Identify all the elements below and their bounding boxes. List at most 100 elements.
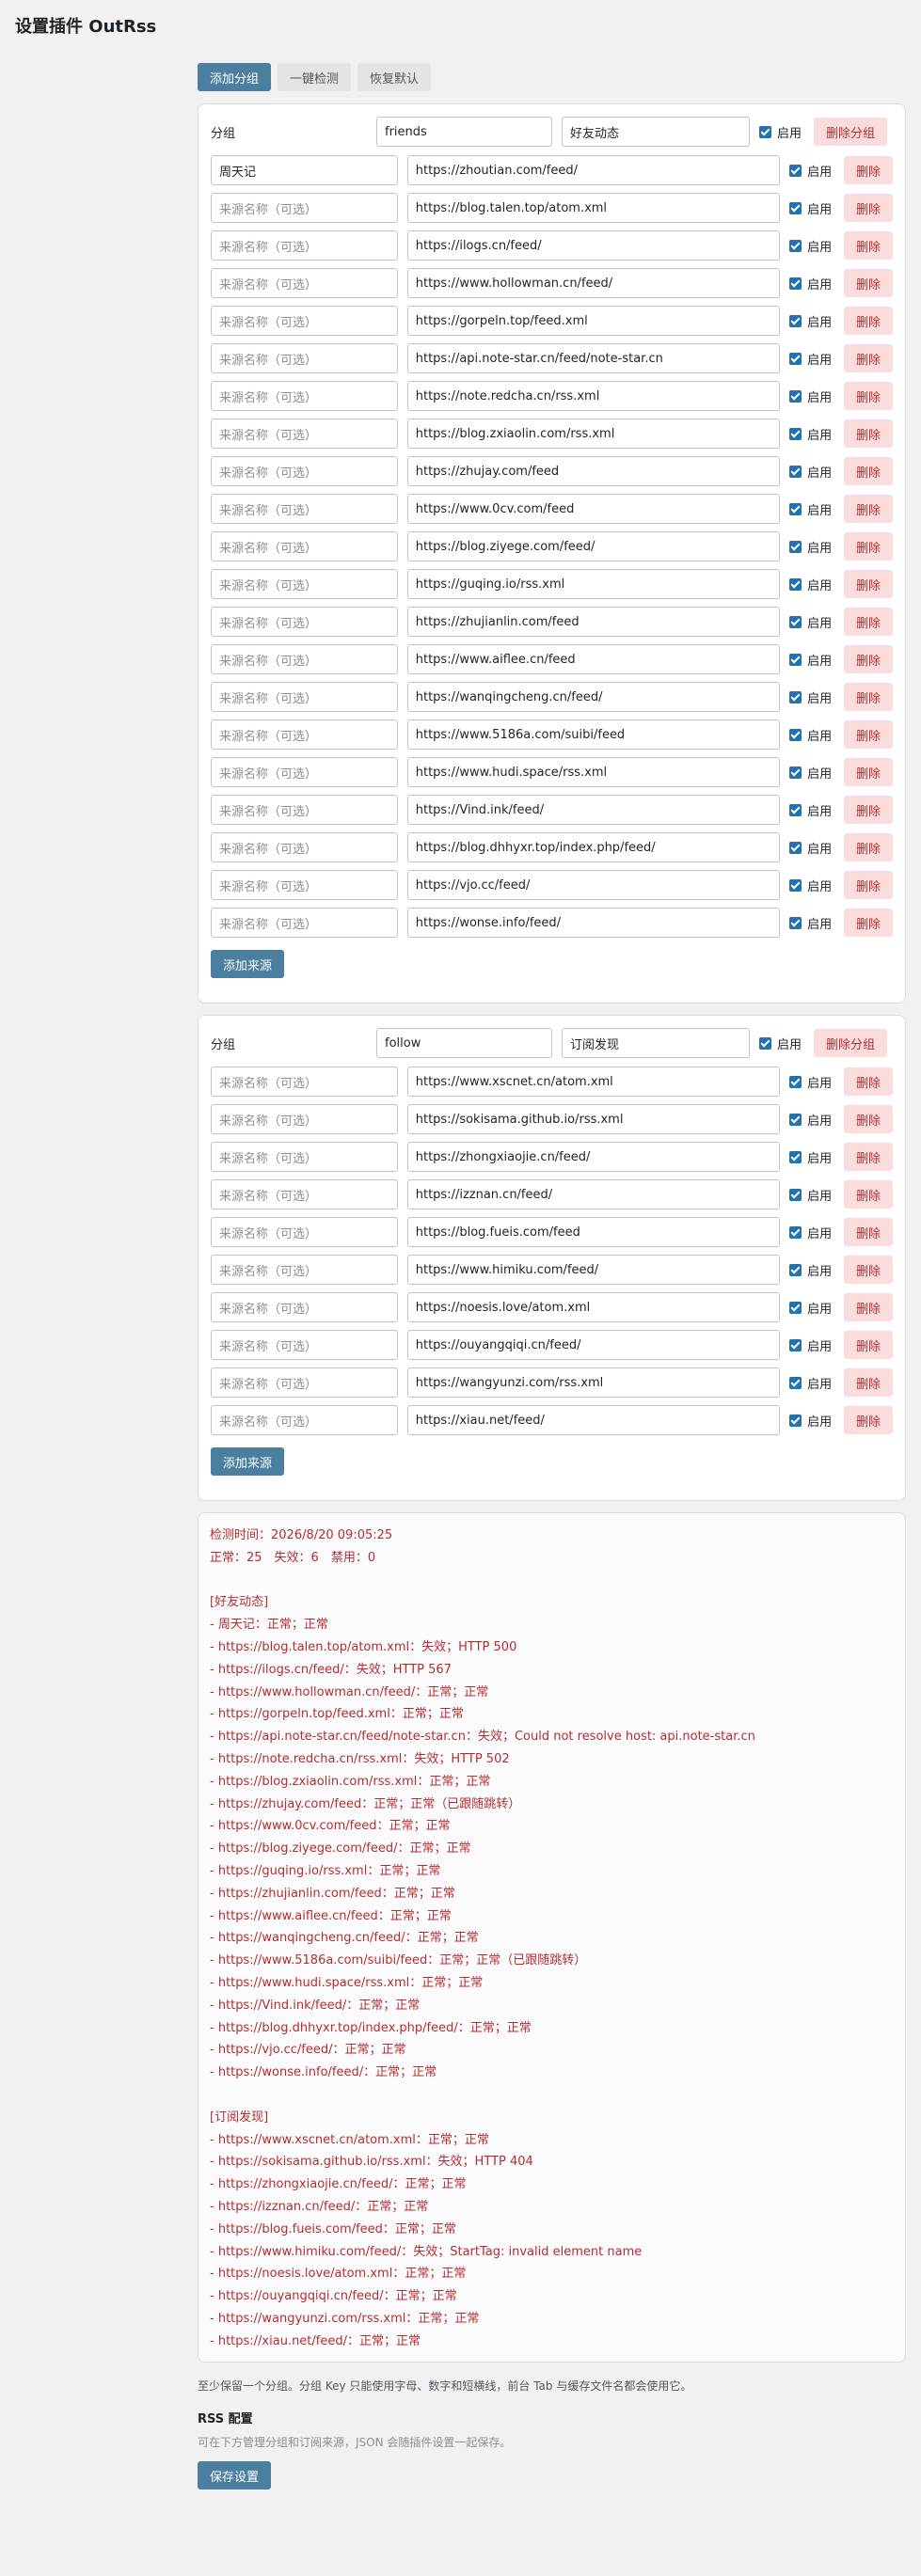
source-enable-toggle[interactable]: 启用 [789, 387, 844, 405]
source-url-input[interactable]: https://api.note-star.cn/feed/note-star.… [406, 343, 781, 373]
delete-source-button[interactable]: 删除 [844, 1067, 893, 1096]
source-name-input[interactable]: 来源名称（可选） [211, 1067, 398, 1097]
source-url-input[interactable]: https://www.hudi.space/rss.xml [406, 757, 781, 787]
checkbox-checked-icon[interactable] [789, 201, 802, 214]
source-name-input[interactable]: 来源名称（可选） [211, 419, 398, 449]
source-name-input[interactable]: 来源名称（可选） [211, 607, 398, 637]
source-enable-toggle[interactable]: 启用 [789, 764, 844, 782]
checkbox-checked-icon[interactable] [789, 1113, 802, 1126]
checkbox-checked-icon[interactable] [789, 1150, 802, 1163]
source-url-input[interactable]: https://zhongxiaojie.cn/feed/ [406, 1142, 781, 1172]
source-name-input[interactable]: 来源名称（可选） [211, 569, 398, 599]
checkbox-checked-icon[interactable] [789, 1263, 802, 1276]
source-url-input[interactable]: https://noesis.love/atom.xml [406, 1292, 781, 1322]
delete-source-button[interactable]: 删除 [844, 871, 893, 899]
source-name-input[interactable]: 来源名称（可选） [211, 230, 398, 261]
source-enable-toggle[interactable]: 启用 [789, 839, 844, 857]
checkbox-checked-icon[interactable] [789, 277, 802, 290]
source-url-input[interactable]: https://ouyangqiqi.cn/feed/ [406, 1330, 781, 1360]
source-enable-toggle[interactable]: 启用 [789, 1336, 844, 1354]
source-name-input[interactable]: 来源名称（可选） [211, 193, 398, 223]
checkbox-checked-icon[interactable] [789, 1301, 802, 1314]
source-name-input[interactable]: 来源名称（可选） [211, 531, 398, 561]
checkbox-checked-icon[interactable] [789, 728, 802, 741]
checkbox-checked-icon[interactable] [789, 389, 802, 403]
source-url-input[interactable]: https://zhoutian.com/feed/ [406, 155, 781, 185]
source-url-input[interactable]: https://zhujay.com/feed [406, 456, 781, 486]
source-name-input[interactable]: 来源名称（可选） [211, 757, 398, 787]
source-url-input[interactable]: https://guqing.io/rss.xml [406, 569, 781, 599]
delete-source-button[interactable]: 删除 [844, 231, 893, 260]
source-name-input[interactable]: 来源名称（可选） [211, 908, 398, 938]
source-enable-toggle[interactable]: 启用 [789, 1261, 844, 1279]
source-url-input[interactable]: https://www.0cv.com/feed [406, 494, 781, 524]
source-url-input[interactable]: https://www.5186a.com/suibi/feed [406, 719, 781, 750]
source-url-input[interactable]: https://Vind.ink/feed/ [406, 795, 781, 825]
delete-source-button[interactable]: 删除 [844, 532, 893, 561]
source-enable-toggle[interactable]: 启用 [789, 237, 844, 255]
delete-source-button[interactable]: 删除 [844, 457, 893, 485]
checkbox-checked-icon[interactable] [759, 125, 771, 138]
delete-source-button[interactable]: 删除 [844, 720, 893, 749]
delete-source-button[interactable]: 删除 [844, 833, 893, 861]
delete-source-button[interactable]: 删除 [844, 419, 893, 448]
source-name-input[interactable]: 来源名称（可选） [211, 1142, 398, 1172]
source-name-input[interactable]: 来源名称（可选） [211, 832, 398, 862]
checkbox-checked-icon[interactable] [789, 615, 802, 628]
source-url-input[interactable]: https://ilogs.cn/feed/ [406, 230, 781, 261]
source-name-input[interactable]: 来源名称（可选） [211, 1330, 398, 1360]
source-enable-toggle[interactable]: 启用 [789, 1374, 844, 1392]
source-enable-toggle[interactable]: 启用 [789, 1073, 844, 1091]
checkbox-checked-icon[interactable] [789, 690, 802, 703]
source-name-input[interactable]: 来源名称（可选） [211, 870, 398, 900]
source-enable-toggle[interactable]: 启用 [789, 463, 844, 481]
delete-source-button[interactable]: 删除 [844, 645, 893, 673]
source-name-input[interactable]: 来源名称（可选） [211, 381, 398, 411]
source-enable-toggle[interactable]: 启用 [789, 877, 844, 894]
source-enable-toggle[interactable]: 启用 [789, 1111, 844, 1129]
group-title-input[interactable]: 订阅发现 [562, 1028, 750, 1058]
source-name-input[interactable]: 来源名称（可选） [211, 1217, 398, 1247]
source-name-input[interactable]: 来源名称（可选） [211, 343, 398, 373]
checkbox-checked-icon[interactable] [789, 352, 802, 365]
source-url-input[interactable]: https://blog.ziyege.com/feed/ [406, 531, 781, 561]
checkbox-checked-icon[interactable] [789, 465, 802, 478]
source-url-input[interactable]: https://blog.zxiaolin.com/rss.xml [406, 419, 781, 449]
checkbox-checked-icon[interactable] [789, 577, 802, 591]
delete-group-button[interactable]: 删除分组 [814, 1029, 888, 1057]
checkbox-checked-icon[interactable] [789, 1225, 802, 1239]
delete-source-button[interactable]: 删除 [844, 1256, 893, 1284]
source-name-input[interactable]: 来源名称（可选） [211, 719, 398, 750]
checkbox-checked-icon[interactable] [789, 1414, 802, 1427]
source-url-input[interactable]: https://www.xscnet.cn/atom.xml [406, 1067, 781, 1097]
delete-source-button[interactable]: 删除 [844, 156, 893, 184]
source-enable-toggle[interactable]: 启用 [789, 199, 844, 217]
delete-source-button[interactable]: 删除 [844, 608, 893, 636]
source-enable-toggle[interactable]: 启用 [789, 162, 844, 180]
checkbox-checked-icon[interactable] [789, 916, 802, 929]
source-url-input[interactable]: https://xiau.net/feed/ [406, 1405, 781, 1435]
source-name-input[interactable]: 来源名称（可选） [211, 494, 398, 524]
delete-source-button[interactable]: 删除 [844, 194, 893, 222]
delete-source-button[interactable]: 删除 [844, 1143, 893, 1171]
checkbox-checked-icon[interactable] [789, 427, 802, 440]
delete-source-button[interactable]: 删除 [844, 1331, 893, 1359]
source-enable-toggle[interactable]: 启用 [789, 275, 844, 292]
checkbox-checked-icon[interactable] [789, 164, 802, 177]
source-name-input[interactable]: 来源名称（可选） [211, 1405, 398, 1435]
check-all-button[interactable]: 一键检测 [278, 63, 352, 91]
delete-source-button[interactable]: 删除 [844, 909, 893, 937]
group-enable-toggle[interactable]: 启用 [759, 1035, 814, 1052]
source-enable-toggle[interactable]: 启用 [789, 1299, 844, 1317]
checkbox-checked-icon[interactable] [789, 502, 802, 515]
checkbox-checked-icon[interactable] [789, 1338, 802, 1351]
source-enable-toggle[interactable]: 启用 [789, 500, 844, 518]
checkbox-checked-icon[interactable] [789, 841, 802, 854]
source-url-input[interactable]: https://sokisama.github.io/rss.xml [406, 1104, 781, 1134]
source-enable-toggle[interactable]: 启用 [789, 350, 844, 368]
group-key-input[interactable]: follow [376, 1028, 552, 1058]
source-name-input[interactable]: 来源名称（可选） [211, 1179, 398, 1209]
delete-source-button[interactable]: 删除 [844, 495, 893, 523]
source-url-input[interactable]: https://gorpeln.top/feed.xml [406, 306, 781, 336]
source-name-input[interactable]: 周天记 [211, 155, 398, 185]
